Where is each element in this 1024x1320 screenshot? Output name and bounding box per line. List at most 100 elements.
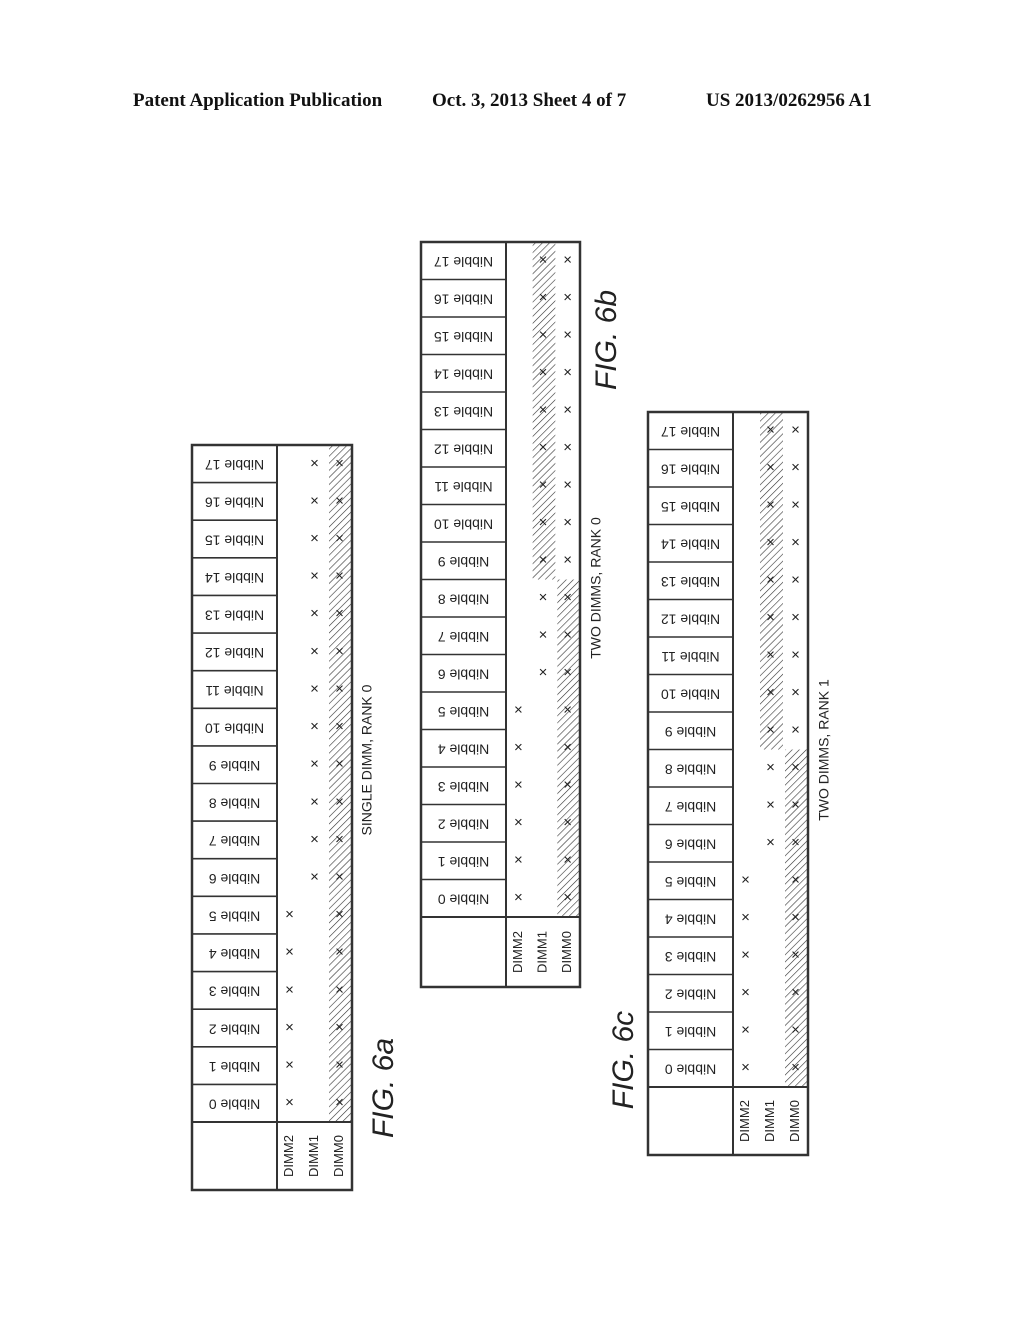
- x-mark: ×: [335, 530, 344, 547]
- x-mark: ×: [791, 1022, 800, 1039]
- x-mark: ×: [563, 402, 572, 419]
- x-mark: ×: [791, 609, 800, 626]
- nibble-label: Nibble 17: [205, 457, 264, 473]
- nibble-label: Nibble 7: [438, 629, 490, 645]
- nibble-label: Nibble 14: [434, 367, 493, 383]
- x-mark: ×: [310, 793, 319, 810]
- x-mark: ×: [563, 814, 572, 831]
- nibble-label: Nibble 10: [661, 687, 720, 703]
- x-mark: ×: [514, 814, 523, 831]
- x-mark: ×: [791, 909, 800, 926]
- nibble-label: Nibble 11: [434, 479, 492, 495]
- x-mark: ×: [285, 906, 294, 923]
- x-mark: ×: [766, 684, 775, 701]
- x-mark: ×: [310, 680, 319, 697]
- x-mark: ×: [563, 702, 572, 719]
- x-mark: ×: [310, 868, 319, 885]
- x-mark: ×: [766, 459, 775, 476]
- x-mark: ×: [563, 289, 572, 306]
- x-mark: ×: [563, 477, 572, 494]
- x-mark: ×: [741, 872, 750, 889]
- dimm-column-label: DIMM1: [762, 1100, 777, 1142]
- x-mark: ×: [310, 455, 319, 472]
- nibble-label: Nibble 5: [438, 704, 490, 720]
- x-mark: ×: [563, 589, 572, 606]
- x-mark: ×: [563, 664, 572, 681]
- x-mark: ×: [514, 739, 523, 756]
- nibble-label: Nibble 9: [665, 724, 717, 740]
- x-mark: ×: [310, 605, 319, 622]
- x-mark: ×: [563, 889, 572, 906]
- x-mark: ×: [791, 722, 800, 739]
- nibble-label: Nibble 4: [209, 946, 261, 962]
- x-mark: ×: [563, 739, 572, 756]
- x-mark: ×: [539, 327, 548, 344]
- x-mark: ×: [766, 722, 775, 739]
- x-mark: ×: [791, 1059, 800, 1076]
- nibble-label: Nibble 14: [205, 570, 264, 586]
- nibble-label: Nibble 3: [665, 949, 717, 965]
- x-mark: ×: [539, 589, 548, 606]
- x-mark: ×: [335, 455, 344, 472]
- figure-drawing: Nibble 0 × × Nibble 1 × × Nibble 2 × × Nibble 3 × ×…: [190, 240, 832, 1192]
- x-mark: ×: [285, 1057, 294, 1074]
- dimm-column-label: DIMM2: [510, 931, 525, 973]
- dimm-column-label: DIMM0: [787, 1100, 802, 1142]
- x-mark: ×: [539, 289, 548, 306]
- x-mark: ×: [310, 643, 319, 660]
- x-mark: ×: [563, 627, 572, 644]
- x-mark: ×: [539, 514, 548, 531]
- dimm-column-label: DIMM0: [559, 931, 574, 973]
- x-mark: ×: [766, 609, 775, 626]
- x-mark: ×: [539, 252, 548, 269]
- nibble-label: Nibble 17: [434, 254, 493, 270]
- x-mark: ×: [335, 831, 344, 848]
- x-mark: ×: [285, 944, 294, 961]
- nibble-label: Nibble 16: [434, 292, 493, 308]
- x-mark: ×: [514, 852, 523, 869]
- x-mark: ×: [335, 793, 344, 810]
- nibble-label: Nibble 8: [665, 762, 717, 778]
- x-mark: ×: [791, 534, 800, 551]
- x-mark: ×: [335, 756, 344, 773]
- x-mark: ×: [766, 647, 775, 664]
- x-mark: ×: [335, 906, 344, 923]
- nibble-label: Nibble 1: [438, 854, 490, 870]
- x-mark: ×: [539, 439, 548, 456]
- x-mark: ×: [563, 439, 572, 456]
- x-mark: ×: [514, 777, 523, 794]
- x-mark: ×: [563, 327, 572, 344]
- nibble-label: Nibble 14: [661, 537, 720, 553]
- nibble-label: Nibble 13: [434, 404, 493, 420]
- nibble-label: Nibble 7: [209, 833, 261, 849]
- x-mark: ×: [791, 947, 800, 964]
- x-mark: ×: [563, 777, 572, 794]
- x-mark: ×: [335, 1019, 344, 1036]
- x-mark: ×: [766, 422, 775, 439]
- x-mark: ×: [766, 834, 775, 851]
- x-mark: ×: [791, 984, 800, 1001]
- nibble-label: Nibble 6: [209, 871, 261, 887]
- x-mark: ×: [791, 572, 800, 589]
- nibble-label: Nibble 9: [438, 554, 490, 570]
- x-mark: ×: [791, 872, 800, 889]
- figure-6c: Nibble 0 × × Nibble 1 × × Nibble 2 × × Nibble 3 × ×…: [607, 410, 832, 1157]
- x-mark: ×: [791, 647, 800, 664]
- x-mark: ×: [766, 572, 775, 589]
- nibble-label: Nibble 5: [665, 874, 717, 890]
- x-mark: ×: [310, 568, 319, 585]
- nibble-label: Nibble 7: [665, 799, 717, 815]
- nibble-label: Nibble 8: [438, 592, 490, 608]
- x-mark: ×: [563, 852, 572, 869]
- x-mark: ×: [539, 664, 548, 681]
- x-mark: ×: [766, 534, 775, 551]
- nibble-label: Nibble 4: [665, 912, 717, 928]
- dimm-column-label: DIMM2: [737, 1100, 752, 1142]
- dimm-column-label: DIMM1: [306, 1135, 321, 1177]
- nibble-label: Nibble 16: [661, 462, 720, 478]
- nibble-label: Nibble 11: [661, 649, 719, 665]
- nibble-label: Nibble 13: [205, 608, 264, 624]
- x-mark: ×: [335, 981, 344, 998]
- nibble-label: Nibble 13: [661, 574, 720, 590]
- x-mark: ×: [335, 492, 344, 509]
